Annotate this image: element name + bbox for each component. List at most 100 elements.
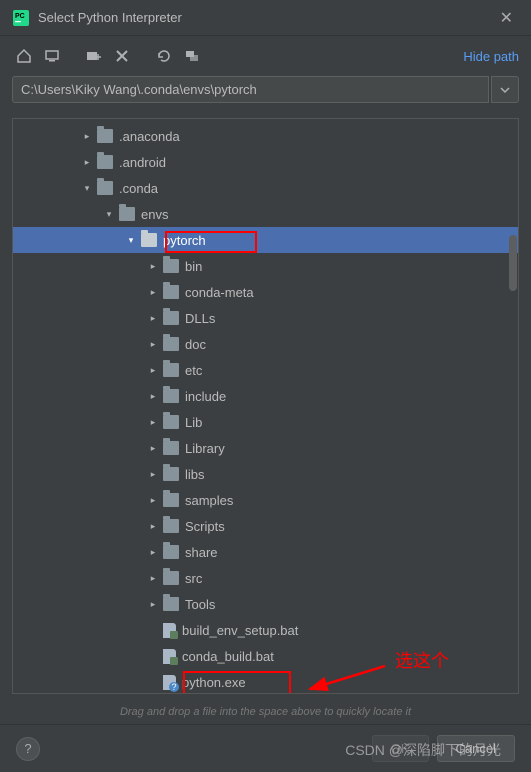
tree-row[interactable]: ▾ .conda [13,175,518,201]
file-icon [163,649,176,664]
hide-path-link[interactable]: Hide path [463,49,519,64]
tree-item-label: pytorch [163,233,206,248]
tree-item-label: bin [185,259,202,274]
tree-row[interactable]: ▸Lib [13,409,518,435]
tree-row[interactable]: ▸ Scripts [13,513,518,539]
refresh-icon[interactable] [152,44,176,68]
show-hidden-icon[interactable] [180,44,204,68]
chevron-right-icon[interactable]: ▸ [145,599,161,610]
tree-item-label: share [185,545,218,560]
tree-item-label: doc [185,337,206,352]
folder-icon [163,363,179,377]
chevron-right-icon[interactable]: ▸ [145,573,161,584]
cancel-button[interactable]: Cancel [437,735,515,762]
ok-button[interactable]: OK [372,735,429,762]
folder-icon [97,181,113,195]
chevron-right-icon[interactable]: ▸ [145,391,161,402]
tree-row[interactable]: ▸ doc [13,331,518,357]
tree-row[interactable]: build_env_setup.bat [13,617,518,643]
close-icon[interactable]: ✕ [494,8,519,28]
tree-item-label: conda-meta [185,285,254,300]
tree-item-label: libs [185,467,205,482]
help-button[interactable]: ? [16,737,40,761]
chevron-right-icon[interactable]: ▸ [145,365,161,376]
folder-icon [97,155,113,169]
tree-item-label: python.exe [182,675,246,690]
chevron-right-icon[interactable]: ▸ [145,443,161,454]
new-folder-icon[interactable] [82,44,106,68]
tree-row[interactable]: ▸ share [13,539,518,565]
folder-icon [163,545,179,559]
svg-text:PC: PC [15,13,25,20]
chevron-down-icon[interactable]: ▾ [79,183,95,194]
tree-row[interactable]: ▸ include [13,383,518,409]
tree-row[interactable]: ▸ Library [13,435,518,461]
tree-row[interactable]: ▸DLLs [13,305,518,331]
chevron-right-icon[interactable]: ▸ [145,261,161,272]
scrollbar-thumb[interactable] [509,235,517,291]
footer: ? OK Cancel [0,724,531,772]
tree-row[interactable]: ▸ src [13,565,518,591]
tree-row[interactable]: ▸ .anaconda [13,123,518,149]
chevron-down-icon [500,85,510,95]
app-icon: PC [12,9,30,27]
file-tree[interactable]: ▸ .anaconda ▸ .android ▾ .conda ▾ envs ▾ pytorch ▸… [12,118,519,694]
folder-icon [163,337,179,351]
folder-icon [163,571,179,585]
tree-item-label: src [185,571,202,586]
window-title: Select Python Interpreter [38,10,494,25]
tree-row[interactable]: python.exe [13,669,518,694]
tree-row[interactable]: ▸ libs [13,461,518,487]
tree-row[interactable]: ▾ envs [13,201,518,227]
chevron-down-icon[interactable]: ▾ [101,209,117,220]
toolbar: Hide path [0,36,531,76]
folder-icon [163,259,179,273]
tree-item-label: samples [185,493,233,508]
tree-row[interactable]: ▸ Tools [13,591,518,617]
tree-item-label: .conda [119,181,158,196]
path-dropdown[interactable] [491,76,519,103]
chevron-down-icon[interactable]: ▾ [123,235,139,246]
chevron-right-icon[interactable]: ▸ [145,339,161,350]
folder-icon [163,389,179,403]
chevron-right-icon[interactable]: ▸ [145,469,161,480]
delete-icon[interactable] [110,44,134,68]
tree-row[interactable]: conda_build.bat [13,643,518,669]
file-icon [163,675,176,690]
tree-row[interactable]: ▸ bin [13,253,518,279]
tree-item-label: Library [185,441,225,456]
desktop-icon[interactable] [40,44,64,68]
tree-item-label: etc [185,363,202,378]
folder-icon [163,597,179,611]
tree-row[interactable]: ▸ conda-meta [13,279,518,305]
chevron-right-icon[interactable]: ▸ [79,131,95,142]
tree-row[interactable]: ▸ etc [13,357,518,383]
chevron-right-icon[interactable]: ▸ [145,495,161,506]
tree-item-label: Tools [185,597,215,612]
chevron-right-icon[interactable]: ▸ [145,521,161,532]
tree-item-label: Scripts [185,519,225,534]
folder-icon [163,285,179,299]
titlebar: PC Select Python Interpreter ✕ [0,0,531,36]
chevron-right-icon[interactable]: ▸ [145,287,161,298]
folder-icon [163,311,179,325]
chevron-right-icon[interactable]: ▸ [145,313,161,324]
tree-row[interactable]: ▸ samples [13,487,518,513]
tree-item-label: envs [141,207,168,222]
tree-item-label: .android [119,155,166,170]
folder-icon [163,467,179,481]
tree-item-label: include [185,389,226,404]
file-icon [163,623,176,638]
folder-icon [163,441,179,455]
path-input[interactable] [12,76,489,103]
folder-icon [163,493,179,507]
tree-item-label: .anaconda [119,129,180,144]
folder-icon [163,519,179,533]
tree-row[interactable]: ▾ pytorch [13,227,518,253]
chevron-right-icon[interactable]: ▸ [145,547,161,558]
tree-row[interactable]: ▸ .android [13,149,518,175]
home-icon[interactable] [12,44,36,68]
chevron-right-icon[interactable]: ▸ [145,417,161,428]
folder-icon [163,415,179,429]
chevron-right-icon[interactable]: ▸ [79,157,95,168]
